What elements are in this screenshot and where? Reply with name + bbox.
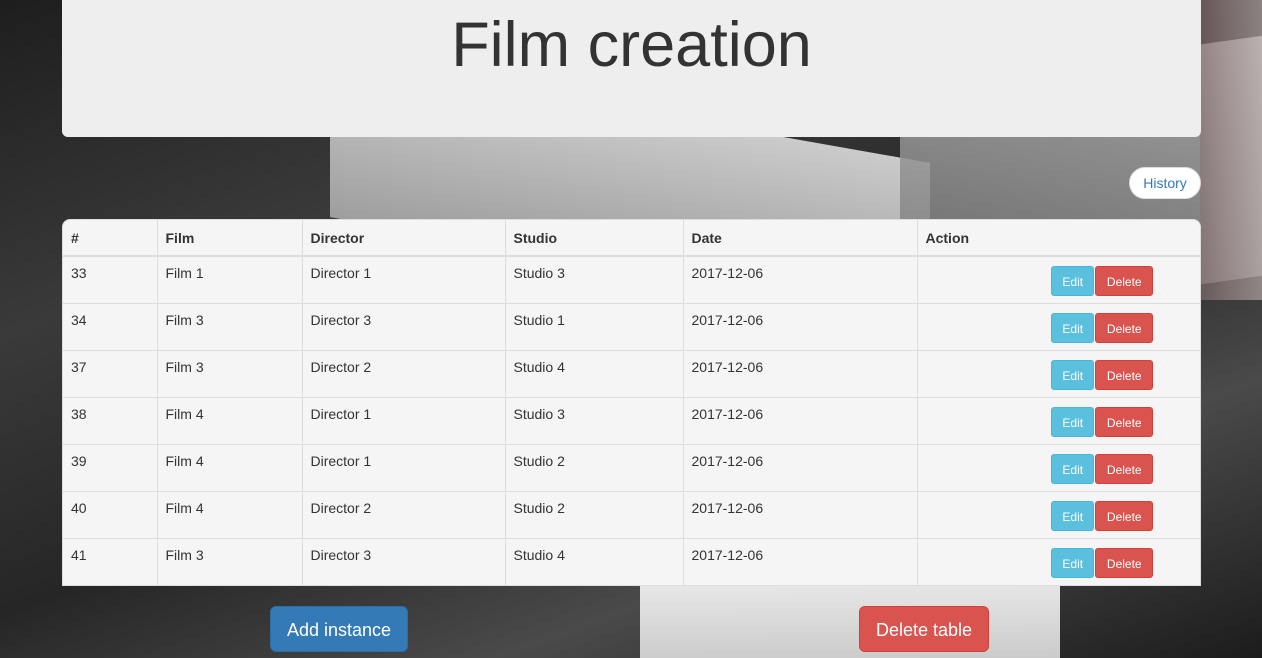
history-button[interactable]: History bbox=[1129, 167, 1201, 199]
delete-button[interactable]: Delete bbox=[1095, 266, 1154, 296]
cell-date: 2017-12-06 bbox=[683, 302, 918, 350]
page-title: Film creation bbox=[451, 10, 812, 80]
table-header-row: # Film Director Studio Date Action bbox=[63, 220, 1200, 257]
cell-actions: Edit Delete bbox=[917, 302, 1200, 350]
column-header-id: # bbox=[63, 220, 158, 257]
cell-director: Director 1 bbox=[302, 443, 506, 491]
cell-date: 2017-12-06 bbox=[683, 443, 918, 491]
cell-director: Director 1 bbox=[302, 396, 506, 444]
cell-director: Director 2 bbox=[302, 490, 506, 538]
delete-button[interactable]: Delete bbox=[1095, 547, 1154, 578]
cell-film: Film 4 bbox=[157, 396, 303, 444]
cell-date: 2017-12-06 bbox=[683, 537, 918, 585]
column-header-date: Date bbox=[683, 220, 918, 257]
cell-id: 41 bbox=[63, 537, 158, 585]
cell-date: 2017-12-06 bbox=[683, 396, 918, 444]
cell-id: 37 bbox=[63, 349, 158, 397]
delete-button[interactable]: Delete bbox=[1095, 453, 1154, 484]
cell-id: 33 bbox=[63, 255, 158, 303]
cell-studio: Studio 3 bbox=[505, 396, 684, 444]
cell-film: Film 1 bbox=[157, 255, 303, 303]
cell-date: 2017-12-06 bbox=[683, 255, 918, 303]
cell-actions: Edit Delete bbox=[917, 349, 1200, 397]
cell-studio: Studio 2 bbox=[505, 443, 684, 491]
edit-button[interactable]: Edit bbox=[1051, 547, 1095, 578]
cell-actions: Edit Delete bbox=[917, 490, 1200, 538]
cell-director: Director 3 bbox=[302, 537, 506, 585]
header-panel: Film creation bbox=[62, 0, 1201, 137]
cell-studio: Studio 4 bbox=[505, 537, 684, 585]
table-row: 34 Film 3 Director 3 Studio 1 2017-12-06… bbox=[63, 302, 1200, 350]
column-header-studio: Studio bbox=[505, 220, 684, 257]
cell-id: 38 bbox=[63, 396, 158, 444]
table-row: 33 Film 1 Director 1 Studio 3 2017-12-06… bbox=[63, 255, 1200, 303]
films-table: # Film Director Studio Date Action 33 Fi… bbox=[62, 219, 1201, 586]
cell-date: 2017-12-06 bbox=[683, 490, 918, 538]
table-row: 41 Film 3 Director 3 Studio 4 2017-12-06… bbox=[63, 537, 1200, 585]
cell-film: Film 3 bbox=[157, 302, 303, 350]
delete-table-button[interactable]: Delete table bbox=[859, 606, 989, 652]
edit-button[interactable]: Edit bbox=[1051, 312, 1095, 343]
cell-film: Film 4 bbox=[157, 443, 303, 491]
column-header-director: Director bbox=[302, 220, 506, 257]
cell-studio: Studio 4 bbox=[505, 349, 684, 397]
cell-date: 2017-12-06 bbox=[683, 349, 918, 397]
column-header-film: Film bbox=[157, 220, 303, 257]
table-row: 40 Film 4 Director 2 Studio 2 2017-12-06… bbox=[63, 490, 1200, 538]
cell-director: Director 3 bbox=[302, 302, 506, 350]
table-row: 38 Film 4 Director 1 Studio 3 2017-12-06… bbox=[63, 396, 1200, 444]
cell-actions: Edit Delete bbox=[917, 537, 1200, 585]
edit-button[interactable]: Edit bbox=[1051, 406, 1095, 437]
cell-id: 34 bbox=[63, 302, 158, 350]
edit-button[interactable]: Edit bbox=[1051, 266, 1095, 296]
delete-button[interactable]: Delete bbox=[1095, 406, 1154, 437]
cell-studio: Studio 1 bbox=[505, 302, 684, 350]
cell-id: 40 bbox=[63, 490, 158, 538]
delete-button[interactable]: Delete bbox=[1095, 500, 1154, 531]
cell-film: Film 3 bbox=[157, 349, 303, 397]
delete-button[interactable]: Delete bbox=[1095, 312, 1154, 343]
cell-film: Film 3 bbox=[157, 537, 303, 585]
cell-actions: Edit Delete bbox=[917, 396, 1200, 444]
cell-film: Film 4 bbox=[157, 490, 303, 538]
table-row: 39 Film 4 Director 1 Studio 2 2017-12-06… bbox=[63, 443, 1200, 491]
cell-director: Director 1 bbox=[302, 255, 506, 303]
table-row: 37 Film 3 Director 2 Studio 4 2017-12-06… bbox=[63, 349, 1200, 397]
cell-actions: Edit Delete bbox=[917, 255, 1200, 303]
edit-button[interactable]: Edit bbox=[1051, 453, 1095, 484]
cell-actions: Edit Delete bbox=[917, 443, 1200, 491]
cell-studio: Studio 3 bbox=[505, 255, 684, 303]
cell-director: Director 2 bbox=[302, 349, 506, 397]
edit-button[interactable]: Edit bbox=[1051, 500, 1095, 531]
delete-button[interactable]: Delete bbox=[1095, 359, 1154, 390]
cell-studio: Studio 2 bbox=[505, 490, 684, 538]
cell-id: 39 bbox=[63, 443, 158, 491]
add-instance-button[interactable]: Add instance bbox=[270, 606, 408, 652]
edit-button[interactable]: Edit bbox=[1051, 359, 1095, 390]
column-header-action: Action bbox=[917, 220, 1200, 257]
